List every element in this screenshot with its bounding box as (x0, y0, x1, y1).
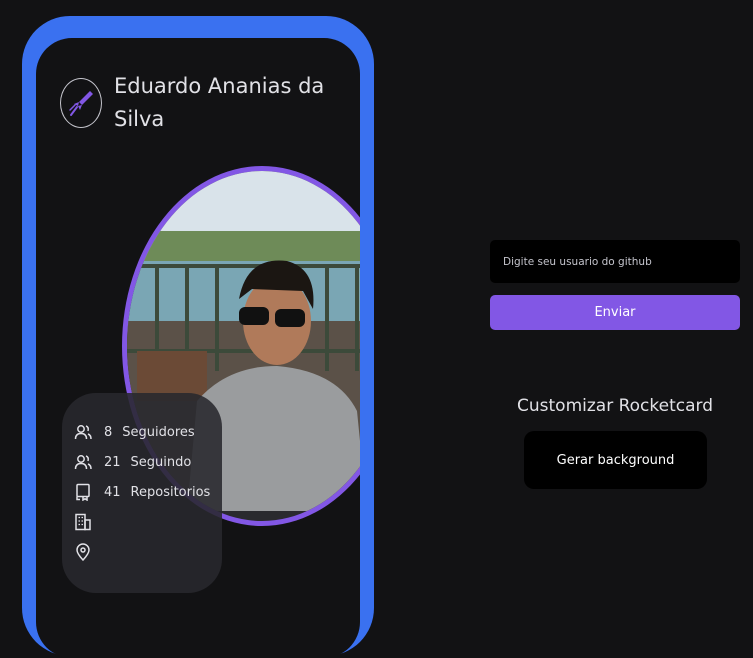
rocket-logo-icon (60, 78, 102, 128)
following-count: 21 (104, 454, 121, 470)
repositories-stat: 41 Repositorios (74, 483, 210, 501)
followers-label: Seguidores (122, 424, 195, 440)
generate-background-button[interactable]: Gerar background (524, 431, 707, 489)
profile-name: Eduardo Ananias da Silva (114, 74, 325, 131)
submit-button[interactable]: Enviar (490, 295, 740, 330)
following-stat: 21 Seguindo (74, 453, 191, 471)
customize-title: Customizar Rocketcard (517, 396, 713, 416)
users-icon (74, 425, 92, 440)
rocketcard: Eduardo Ananias da Silva 8 Seguidores 21… (36, 38, 360, 658)
github-username-input[interactable] (490, 240, 740, 283)
profile-stats-panel: 8 Seguidores 21 Seguindo 41 Repositorios (62, 393, 222, 593)
repositories-count: 41 (104, 484, 121, 500)
company-stat (74, 513, 114, 531)
building-icon (75, 513, 91, 531)
book-icon (76, 483, 90, 501)
following-label: Seguindo (130, 454, 192, 470)
repositories-label: Repositorios (130, 484, 211, 500)
followers-count: 8 (104, 424, 113, 440)
followers-stat: 8 Seguidores (74, 423, 195, 441)
location-stat (74, 543, 114, 561)
users-icon (74, 455, 92, 470)
map-pin-icon (76, 543, 90, 561)
